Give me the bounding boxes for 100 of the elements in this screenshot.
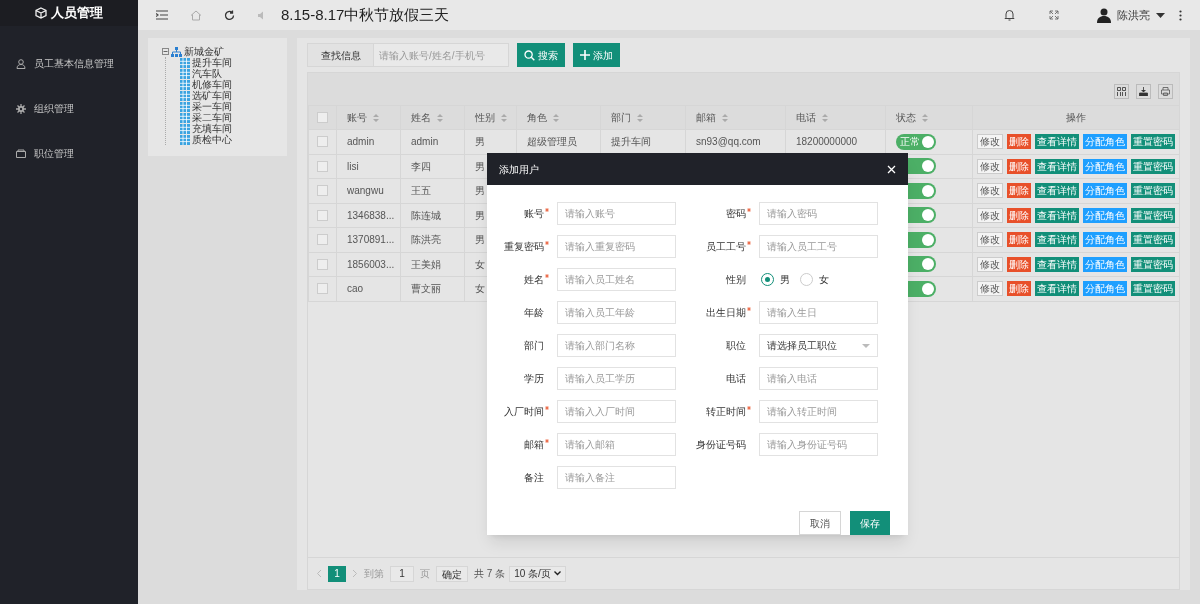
checkbox[interactable] bbox=[317, 209, 328, 221]
delete-button[interactable]: 删除 bbox=[1007, 281, 1031, 297]
input-field[interactable]: 请输入员工学历 bbox=[557, 367, 676, 390]
input-field[interactable]: 请输入密码 bbox=[759, 202, 878, 225]
checkbox[interactable] bbox=[317, 234, 328, 246]
edit-button[interactable]: 修改 bbox=[977, 183, 1003, 199]
next-icon[interactable] bbox=[352, 569, 358, 578]
column-header[interactable]: 账号 bbox=[347, 112, 367, 123]
tree-node[interactable]: 采一车间 bbox=[192, 101, 232, 112]
search-field[interactable]: 查找信息 请输入账号/姓名/手机号 bbox=[307, 43, 509, 67]
input-field[interactable]: 请输入身份证号码 bbox=[759, 433, 878, 456]
action-button[interactable]: 查看详情 bbox=[1035, 232, 1079, 248]
input-field[interactable]: 请输入转正时间 bbox=[759, 400, 878, 423]
column-header[interactable]: 电话 bbox=[796, 112, 816, 123]
fullscreen-icon[interactable] bbox=[1049, 10, 1059, 20]
user-name[interactable]: 陈洪亮 bbox=[1117, 6, 1150, 24]
sort-icon[interactable] bbox=[437, 114, 443, 123]
print-button[interactable] bbox=[1158, 83, 1173, 99]
action-button[interactable]: 重置密码 bbox=[1131, 207, 1175, 223]
tree-node[interactable]: 新城金矿 bbox=[184, 46, 224, 57]
sort-icon[interactable] bbox=[822, 114, 828, 123]
input-field[interactable]: 请输入备注 bbox=[557, 466, 676, 489]
menu-icon[interactable] bbox=[156, 10, 168, 20]
tree-node[interactable]: 采二车间 bbox=[192, 112, 232, 123]
action-button[interactable]: 重置密码 bbox=[1131, 158, 1175, 174]
input-field[interactable]: 请输入账号 bbox=[557, 202, 676, 225]
avatar-icon[interactable] bbox=[1097, 7, 1111, 23]
action-button[interactable]: 查看详情 bbox=[1035, 183, 1079, 199]
column-header[interactable]: 性别 bbox=[475, 112, 495, 123]
radio-option[interactable]: 男 bbox=[761, 272, 790, 287]
checkbox[interactable] bbox=[317, 283, 328, 295]
tree-node[interactable]: 选矿车间 bbox=[192, 90, 232, 101]
collapse-toggle[interactable] bbox=[162, 48, 169, 55]
input-field[interactable]: 请输入部门名称 bbox=[557, 334, 676, 357]
sort-icon[interactable] bbox=[637, 114, 643, 123]
sidebar-item[interactable]: 职位管理 bbox=[0, 131, 138, 176]
sort-icon[interactable] bbox=[553, 114, 559, 123]
previous-icon[interactable] bbox=[316, 569, 322, 578]
action-button[interactable]: 查看详情 bbox=[1035, 207, 1079, 223]
page-button[interactable]: 1 bbox=[328, 565, 346, 582]
tree-node[interactable]: 机修车间 bbox=[192, 79, 232, 90]
sort-icon[interactable] bbox=[373, 114, 379, 123]
more-icon[interactable] bbox=[1179, 9, 1182, 21]
sort-icon[interactable] bbox=[922, 114, 928, 123]
action-button[interactable]: 重置密码 bbox=[1131, 232, 1175, 248]
sidebar-item[interactable]: 组织管理 bbox=[0, 86, 138, 131]
select-field[interactable]: 请选择员工职位 bbox=[759, 334, 878, 357]
sort-icon[interactable] bbox=[722, 114, 728, 123]
checkbox[interactable] bbox=[317, 160, 328, 172]
input-field[interactable]: 请输入员工年龄 bbox=[557, 301, 676, 324]
delete-button[interactable]: 删除 bbox=[1007, 134, 1031, 150]
action-button[interactable]: 查看详情 bbox=[1035, 134, 1079, 150]
action-button[interactable]: 重置密码 bbox=[1131, 134, 1175, 150]
export-button[interactable] bbox=[1136, 83, 1151, 99]
action-button[interactable]: 查看详情 bbox=[1035, 281, 1079, 297]
delete-button[interactable]: 删除 bbox=[1007, 183, 1031, 199]
column-header[interactable]: 部门 bbox=[611, 112, 631, 123]
column-header[interactable]: 邮箱 bbox=[696, 112, 716, 123]
input-field[interactable]: 请输入重复密码 bbox=[557, 235, 676, 258]
input-field[interactable]: 请输入邮箱 bbox=[557, 433, 676, 456]
action-button[interactable]: 查看详情 bbox=[1035, 158, 1079, 174]
edit-button[interactable]: 修改 bbox=[977, 207, 1003, 223]
edit-button[interactable]: 修改 bbox=[977, 232, 1003, 248]
tree-node[interactable]: 充填车间 bbox=[192, 123, 232, 134]
search-button[interactable]: 搜索 bbox=[517, 43, 565, 67]
edit-button[interactable]: 修改 bbox=[977, 281, 1003, 297]
close-icon[interactable] bbox=[887, 164, 896, 174]
delete-button[interactable]: 删除 bbox=[1007, 232, 1031, 248]
input-field[interactable]: 请输入生日 bbox=[759, 301, 878, 324]
home-icon[interactable] bbox=[190, 9, 202, 21]
checkbox[interactable] bbox=[317, 112, 328, 123]
add-button[interactable]: 添加 bbox=[573, 43, 620, 67]
column-header[interactable]: 状态 bbox=[896, 112, 916, 123]
radio-option[interactable]: 女 bbox=[800, 272, 829, 287]
action-button[interactable]: 重置密码 bbox=[1131, 183, 1175, 199]
delete-button[interactable]: 删除 bbox=[1007, 207, 1031, 223]
checkbox[interactable] bbox=[317, 185, 328, 197]
page-input[interactable]: 1 bbox=[390, 565, 414, 582]
delete-button[interactable]: 删除 bbox=[1007, 158, 1031, 174]
checkbox[interactable] bbox=[317, 258, 328, 270]
column-header[interactable]: 姓名 bbox=[411, 112, 431, 123]
input-field[interactable]: 请输入员工姓名 bbox=[557, 268, 676, 291]
cancel-button[interactable]: 取消 bbox=[799, 511, 841, 535]
columns-button[interactable] bbox=[1114, 83, 1129, 99]
action-button[interactable]: 重置密码 bbox=[1131, 281, 1175, 297]
tree-node[interactable]: 质检中心 bbox=[192, 134, 232, 145]
caret-icon[interactable] bbox=[1156, 12, 1165, 18]
confirm-button[interactable]: 确定 bbox=[436, 565, 468, 582]
page-size-select[interactable]: 10 条/页 bbox=[509, 565, 566, 582]
action-button[interactable]: 查看详情 bbox=[1035, 256, 1079, 272]
tree-node[interactable]: 汽车队 bbox=[192, 68, 222, 79]
refresh-icon[interactable] bbox=[224, 9, 235, 21]
tree-node[interactable]: 提升车间 bbox=[192, 57, 232, 68]
input-field[interactable]: 请输入电话 bbox=[759, 367, 878, 390]
input-field[interactable]: 请输入入厂时间 bbox=[557, 400, 676, 423]
input-field[interactable]: 请输入员工工号 bbox=[759, 235, 878, 258]
checkbox[interactable] bbox=[317, 136, 328, 148]
save-button[interactable]: 保存 bbox=[850, 511, 890, 535]
sort-icon[interactable] bbox=[501, 114, 507, 123]
action-button[interactable]: 重置密码 bbox=[1131, 256, 1175, 272]
